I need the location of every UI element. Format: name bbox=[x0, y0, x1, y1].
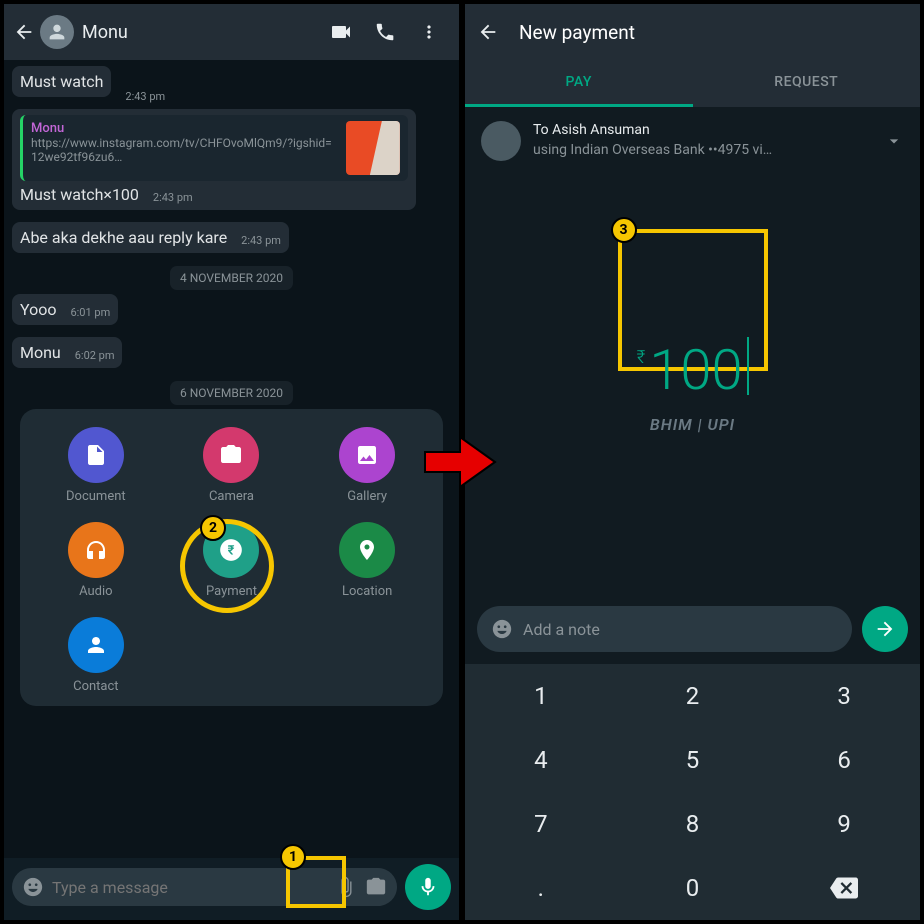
message-input-bar: 1 bbox=[4, 858, 459, 920]
message-time: 2:43 pm bbox=[241, 234, 281, 247]
attach-audio[interactable]: Audio bbox=[32, 522, 160, 599]
message-quoted[interactable]: Monu https://www.instagram.com/tv/CHFOvo… bbox=[12, 109, 416, 210]
message-text: Yooo bbox=[20, 300, 56, 319]
contact-icon bbox=[68, 617, 124, 673]
key-0[interactable]: 0 bbox=[617, 856, 769, 920]
recipient-bank: using Indian Overseas Bank ••4975 vi… bbox=[533, 141, 872, 161]
svg-text:₹: ₹ bbox=[228, 543, 235, 558]
key-backspace[interactable] bbox=[768, 856, 920, 920]
key-9[interactable]: 9 bbox=[768, 792, 920, 856]
message-text-input[interactable] bbox=[52, 878, 327, 897]
message-text: Monu bbox=[20, 343, 61, 362]
mic-button[interactable] bbox=[405, 864, 451, 910]
contact-name[interactable]: Monu bbox=[82, 22, 319, 43]
audio-icon bbox=[68, 522, 124, 578]
key-1[interactable]: 1 bbox=[465, 664, 617, 728]
message-in[interactable]: Abe aka dekhe aau reply kare 2:43 pm bbox=[12, 222, 289, 253]
quoted-link: https://www.instagram.com/tv/CHFOvoMlQm9… bbox=[31, 136, 338, 164]
camera-icon bbox=[203, 427, 259, 483]
upi-logo: BHIM | UPI bbox=[650, 415, 735, 434]
message-time: 2:43 pm bbox=[125, 90, 165, 103]
message-input[interactable] bbox=[12, 868, 397, 906]
attach-camera[interactable]: Camera bbox=[168, 427, 296, 504]
message-in[interactable]: Must watch bbox=[12, 66, 111, 97]
attach-icon[interactable] bbox=[335, 876, 357, 898]
note-row: Add a note bbox=[465, 596, 920, 664]
key-6[interactable]: 6 bbox=[768, 728, 920, 792]
tab-pay[interactable]: PAY bbox=[465, 60, 693, 107]
gallery-icon bbox=[339, 427, 395, 483]
currency-symbol: ₹ bbox=[637, 347, 646, 368]
emoji-icon[interactable] bbox=[22, 876, 44, 898]
back-icon[interactable] bbox=[12, 20, 36, 44]
payment-header: New payment bbox=[465, 4, 920, 60]
amount-section: 3 ₹ 100 BHIM | UPI bbox=[465, 175, 920, 596]
recipient-row[interactable]: To Asish Ansuman using Indian Overseas B… bbox=[465, 107, 920, 175]
step-arrow bbox=[420, 432, 500, 492]
send-button[interactable] bbox=[862, 606, 908, 652]
camera-input-icon[interactable] bbox=[365, 876, 387, 898]
recipient-to: To Asish Ansuman bbox=[533, 121, 872, 141]
annotation-badge-2: 2 bbox=[200, 515, 226, 541]
message-in[interactable]: Monu 6:02 pm bbox=[12, 337, 122, 368]
attach-location[interactable]: Location bbox=[303, 522, 431, 599]
payment-title: New payment bbox=[519, 21, 635, 44]
key-5[interactable]: 5 bbox=[617, 728, 769, 792]
attachment-panel: Document Camera Gallery bbox=[20, 409, 443, 706]
key-3[interactable]: 3 bbox=[768, 664, 920, 728]
message-time: 6:01 pm bbox=[70, 306, 110, 319]
date-separator: 6 NOVEMBER 2020 bbox=[12, 382, 451, 401]
menu-icon[interactable] bbox=[407, 22, 451, 42]
amount-value: 100 bbox=[649, 337, 742, 403]
note-input[interactable]: Add a note bbox=[477, 606, 852, 652]
attach-contact[interactable]: Contact bbox=[32, 617, 160, 694]
annotation-badge-1: 1 bbox=[280, 844, 306, 870]
numeric-keypad: 1 2 3 4 5 6 7 8 9 . 0 bbox=[465, 664, 920, 920]
message-text: Must watch bbox=[20, 72, 103, 91]
amount-display[interactable]: ₹ 100 bbox=[637, 337, 749, 403]
key-2[interactable]: 2 bbox=[617, 664, 769, 728]
key-8[interactable]: 8 bbox=[617, 792, 769, 856]
video-call-icon[interactable] bbox=[319, 20, 363, 44]
attach-payment[interactable]: ₹ Payment bbox=[168, 522, 296, 599]
chevron-down-icon[interactable] bbox=[884, 131, 904, 151]
recipient-avatar bbox=[481, 121, 521, 161]
message-time: 2:43 pm bbox=[153, 191, 193, 204]
note-placeholder: Add a note bbox=[523, 620, 600, 639]
payment-tabs: PAY REQUEST bbox=[465, 60, 920, 107]
message-text: Must watch×100 bbox=[20, 185, 139, 204]
attach-document[interactable]: Document bbox=[32, 427, 160, 504]
chat-body: Must watch 2:43 pm Monu https://www.inst… bbox=[4, 60, 459, 858]
key-7[interactable]: 7 bbox=[465, 792, 617, 856]
quoted-block: Monu https://www.instagram.com/tv/CHFOvo… bbox=[20, 115, 408, 181]
attach-gallery[interactable]: Gallery bbox=[303, 427, 431, 504]
text-cursor bbox=[747, 337, 749, 395]
message-in[interactable]: Yooo 6:01 pm bbox=[12, 294, 118, 325]
emoji-icon[interactable] bbox=[491, 618, 513, 640]
document-icon bbox=[68, 427, 124, 483]
back-icon[interactable] bbox=[477, 21, 499, 43]
voice-call-icon[interactable] bbox=[363, 21, 407, 43]
chat-screen: Monu Must watch 2:43 pm Monu https://www… bbox=[4, 4, 459, 920]
payment-screen: New payment PAY REQUEST To Asish Ansuman… bbox=[465, 4, 920, 920]
quoted-thumbnail bbox=[346, 121, 400, 175]
quoted-sender: Monu bbox=[31, 121, 338, 136]
location-icon bbox=[339, 522, 395, 578]
message-text: Abe aka dekhe aau reply kare bbox=[20, 228, 227, 247]
payment-body: To Asish Ansuman using Indian Overseas B… bbox=[465, 107, 920, 920]
annotation-badge-3: 3 bbox=[611, 217, 637, 243]
chat-header: Monu bbox=[4, 4, 459, 60]
key-4[interactable]: 4 bbox=[465, 728, 617, 792]
key-dot[interactable]: . bbox=[465, 856, 617, 920]
message-time: 6:02 pm bbox=[75, 349, 115, 362]
date-separator: 4 NOVEMBER 2020 bbox=[12, 267, 451, 286]
contact-avatar[interactable] bbox=[40, 15, 74, 49]
tab-request[interactable]: REQUEST bbox=[693, 60, 921, 107]
